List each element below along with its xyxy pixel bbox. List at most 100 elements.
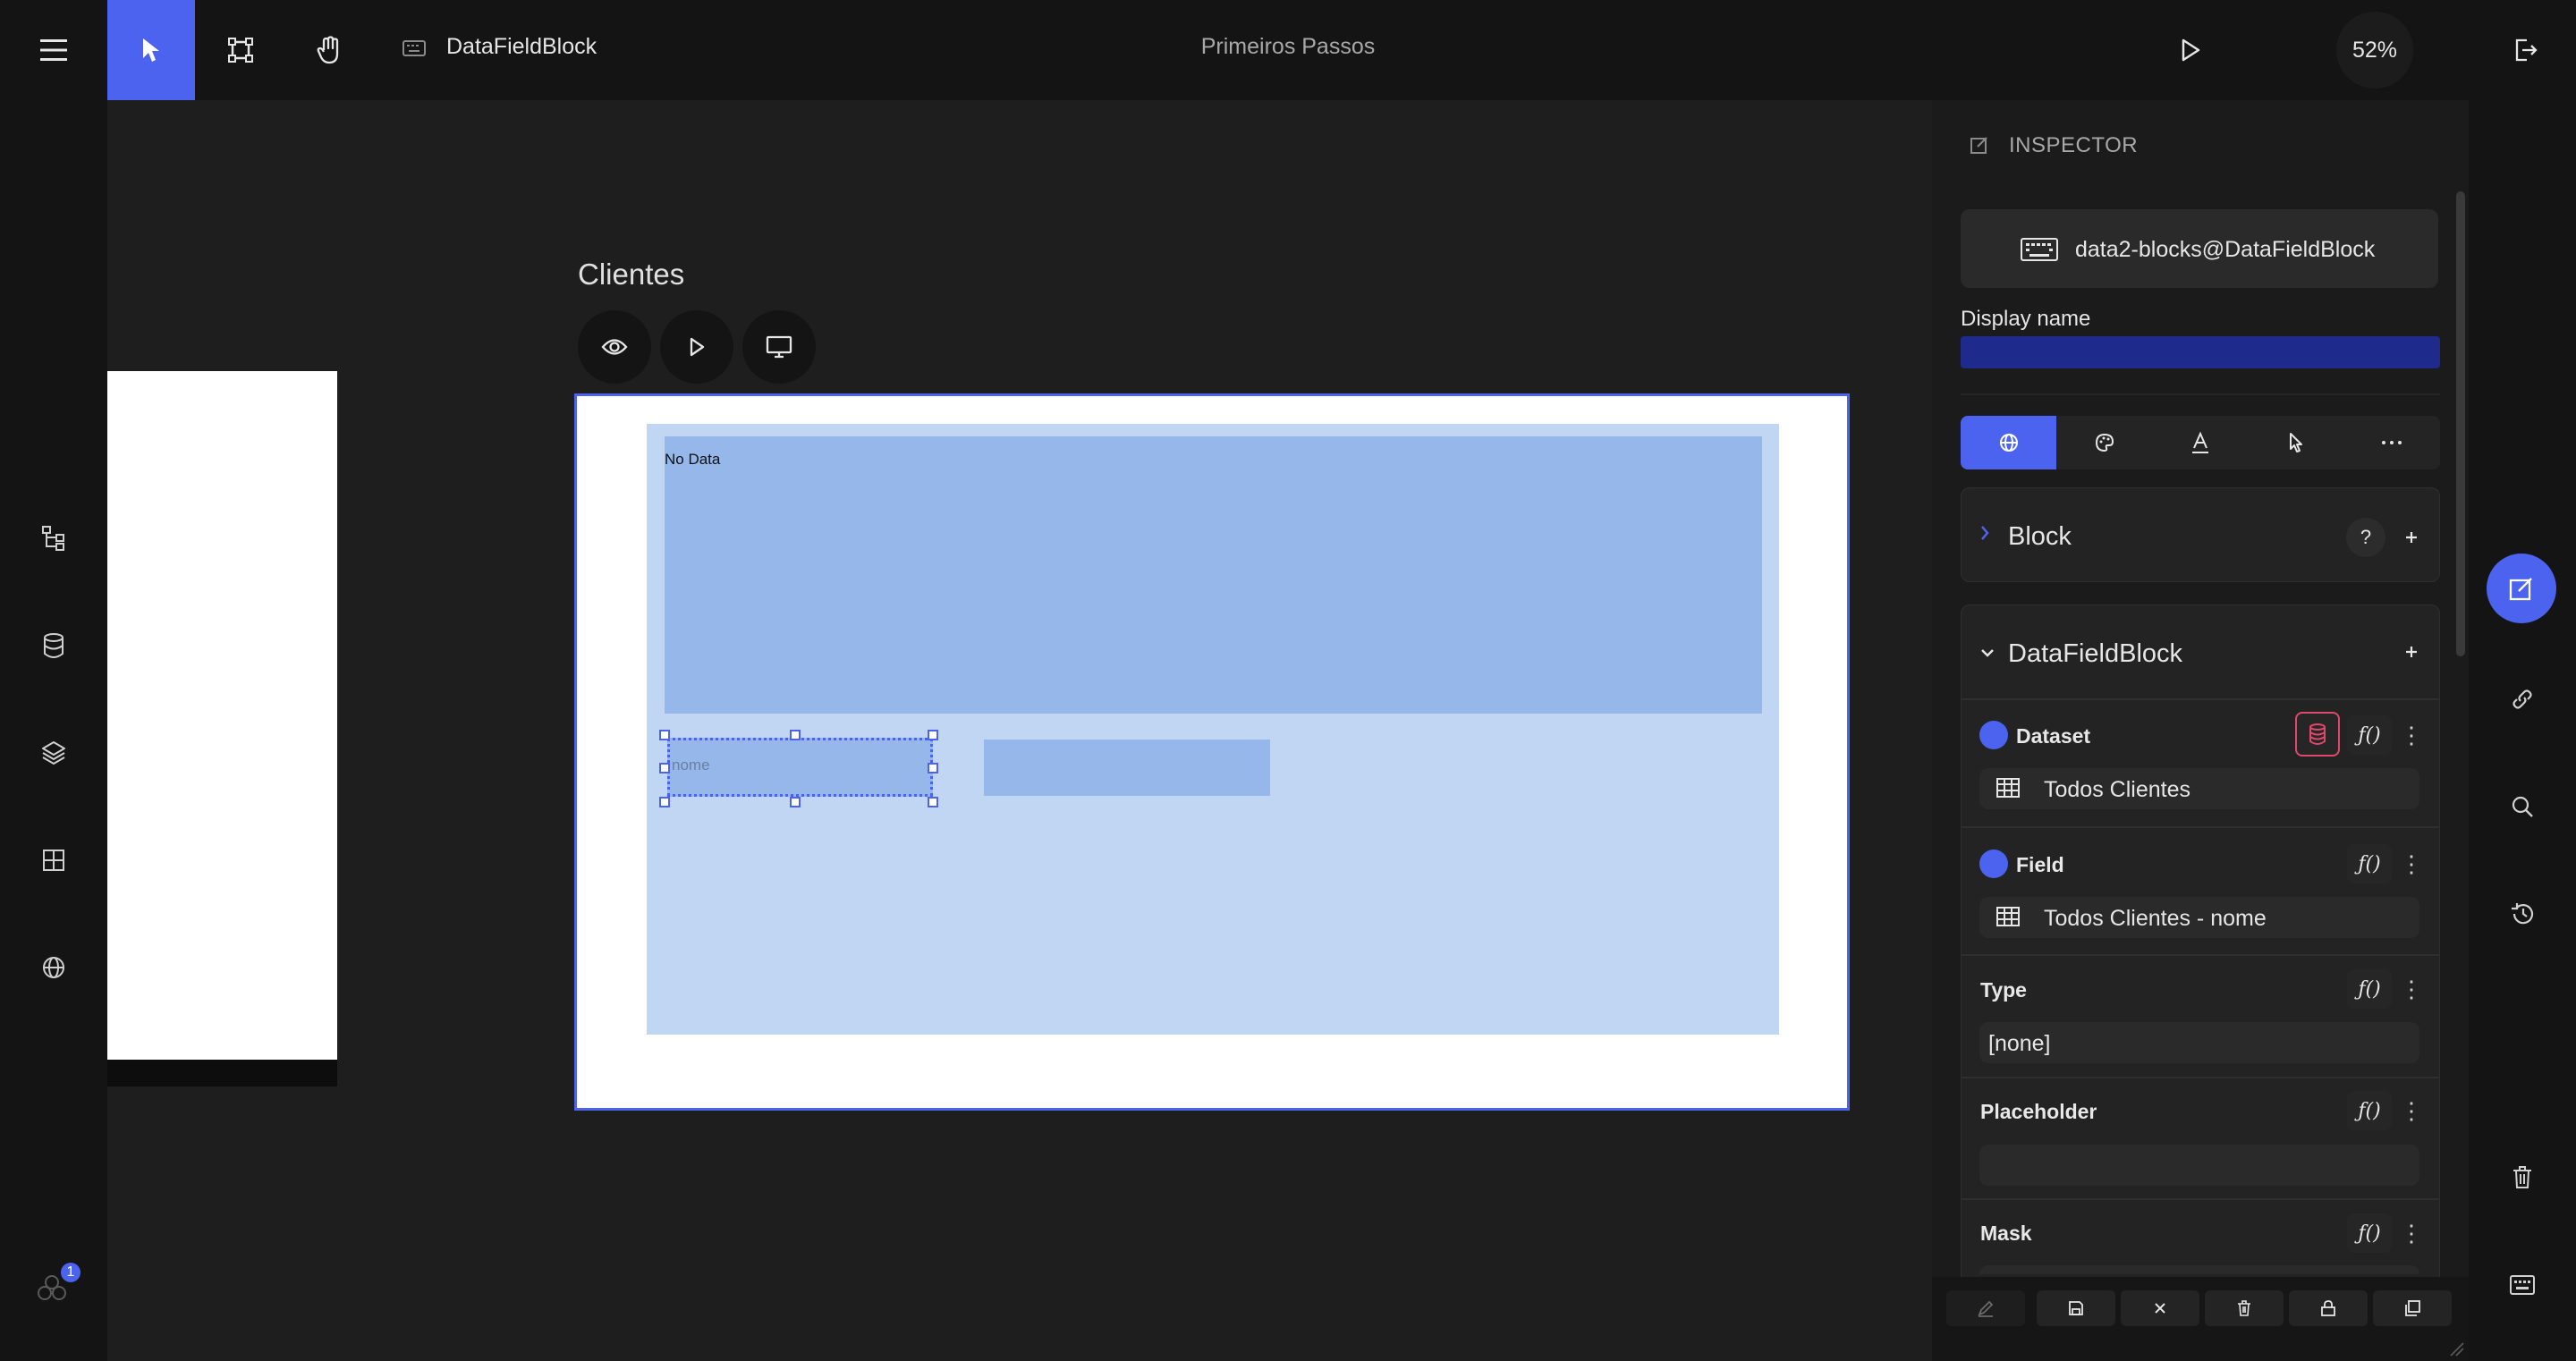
more-icon [2381,440,2402,445]
resize-grip-icon[interactable] [2447,1340,2465,1357]
type-value: [none] [1988,1031,2051,1056]
page-frame[interactable]: No Data nome [574,393,1850,1111]
formula-button[interactable]: ƒ() [2347,1213,2392,1253]
datafield-section-title: DataFieldBlock [2008,639,2183,668]
tab-more[interactable] [2343,416,2439,469]
page-title: Clientes [578,258,685,291]
preview-button[interactable] [578,310,651,384]
resize-handle[interactable] [659,763,670,773]
dataset-select[interactable]: Todos Clientes [1979,768,2419,809]
field-value: Todos Clientes - nome [2044,906,2267,931]
notification-badge: 1 [61,1263,80,1282]
select-tool-button[interactable] [107,0,195,100]
component-id-box: data2-blocks@DataFieldBlock [1961,209,2438,288]
hand-tool-button[interactable] [286,0,374,100]
frame-tool-button[interactable] [197,0,284,100]
tab-typography[interactable] [2152,416,2248,469]
edit-icon [2508,575,2535,602]
database-icon[interactable] [32,624,75,667]
display-name-input[interactable] [1961,336,2440,368]
monitor-icon [766,335,792,359]
formula-button[interactable]: ƒ() [2347,969,2392,1009]
keyboard-icon [402,39,426,57]
play-button[interactable] [2169,29,2212,72]
data-field-block[interactable] [984,740,1270,796]
table-icon [1996,777,2021,799]
notifications-button[interactable]: 1 [32,1263,80,1306]
rename-button[interactable] [1946,1290,2025,1326]
more-vertical-icon[interactable]: ⋮ [2400,1213,2423,1253]
block-section[interactable]: Block ? [1961,487,2440,582]
dataset-label: Dataset [2016,724,2091,748]
resize-handle[interactable] [659,730,670,740]
tab-style[interactable] [2056,416,2152,469]
database-icon [2308,723,2327,746]
divider [1962,826,2439,828]
tab-general[interactable] [1961,416,2056,469]
hand-icon [317,36,343,64]
link-icon[interactable] [2501,678,2544,721]
inspector-scrollbar[interactable] [2456,191,2465,656]
resize-handle[interactable] [928,763,938,773]
duplicate-button[interactable] [2373,1290,2452,1326]
more-vertical-icon[interactable]: ⋮ [2400,844,2423,883]
design-canvas[interactable]: Clientes No Data nome [107,100,1932,1361]
dataset-source-button[interactable] [2295,712,2340,757]
layers-icon[interactable] [32,731,75,774]
close-icon [2152,1300,2168,1316]
resize-handle[interactable] [659,797,670,807]
container-block[interactable]: No Data nome [647,424,1779,1035]
add-icon[interactable] [2398,632,2425,672]
left-rail: 1 [0,100,107,1361]
frame-icon [227,37,254,63]
inspector-toggle-button[interactable] [2487,554,2556,623]
close-button[interactable] [2121,1290,2199,1326]
delete-button[interactable] [2205,1290,2284,1326]
zoom-level[interactable]: 52% [2336,12,2413,89]
mask-input[interactable] [1979,1265,2419,1274]
chevron-down-icon[interactable] [1979,647,1996,659]
placeholder-label: Placeholder [1980,1100,2097,1123]
palette-icon [2094,432,2115,453]
formula-button[interactable]: ƒ() [2347,715,2392,755]
binding-indicator[interactable] [1979,721,2008,749]
tree-icon[interactable] [32,517,75,560]
exit-button[interactable] [2508,32,2544,68]
data-grid-block[interactable]: No Data [665,436,1762,714]
more-vertical-icon[interactable]: ⋮ [2400,1091,2423,1130]
formula-button[interactable]: ƒ() [2347,844,2392,883]
globe-icon[interactable] [32,946,75,989]
offscreen-page-preview[interactable] [107,371,337,1060]
dataset-value: Todos Clientes [2044,777,2190,802]
field-select[interactable]: Todos Clientes - nome [1979,897,2419,938]
divider [1961,393,2440,395]
resize-handle[interactable] [790,797,801,807]
menu-icon[interactable] [18,0,89,100]
data-field-block-selected[interactable]: nome [667,738,933,797]
lock-button[interactable] [2289,1290,2368,1326]
resize-handle[interactable] [928,797,938,807]
history-icon[interactable] [2501,892,2544,935]
resize-handle[interactable] [790,730,801,740]
more-vertical-icon[interactable]: ⋮ [2400,969,2423,1009]
grid-icon[interactable] [32,839,75,882]
search-icon[interactable] [2501,785,2544,828]
placeholder-input[interactable] [1979,1145,2419,1186]
run-page-button[interactable] [660,310,733,384]
save-button[interactable] [2037,1290,2115,1326]
binding-indicator[interactable] [1979,850,2008,878]
more-vertical-icon[interactable]: ⋮ [2400,715,2423,755]
type-select[interactable]: [none] [1979,1022,2419,1063]
divider [1962,1198,2439,1200]
trash-icon[interactable] [2501,1156,2544,1199]
help-button[interactable]: ? [2346,518,2385,557]
tab-events[interactable] [2248,416,2343,469]
add-icon[interactable] [2398,518,2425,557]
logout-icon [2513,38,2538,63]
device-preview-button[interactable] [742,310,816,384]
field-label: Field [2016,853,2064,876]
keyboard-icon[interactable] [2501,1264,2544,1306]
formula-button[interactable]: ƒ() [2347,1091,2392,1130]
play-icon [2181,38,2200,62]
resize-handle[interactable] [928,730,938,740]
